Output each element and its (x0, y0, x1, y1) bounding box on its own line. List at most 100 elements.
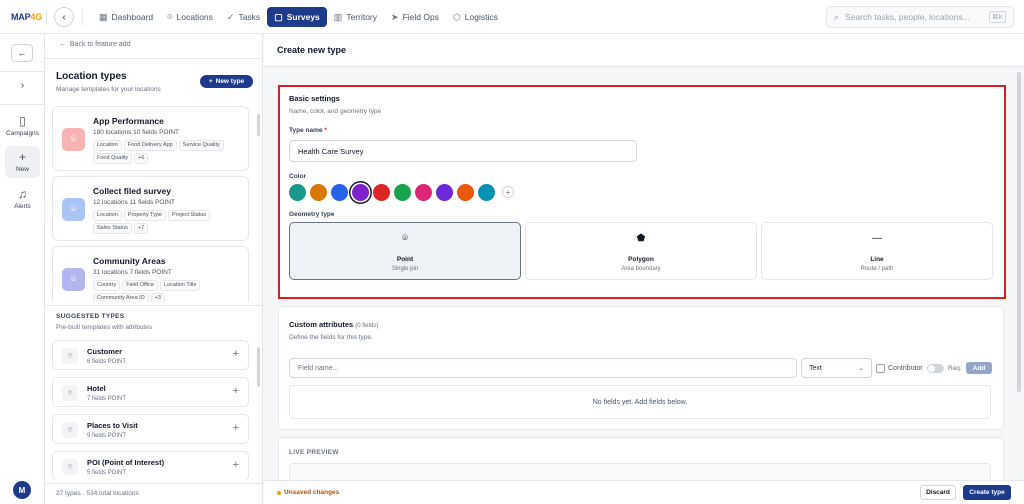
geometry-type-label: Geometry type (289, 211, 335, 218)
field-count: 11 fields (129, 199, 154, 206)
add-color-button[interactable]: + (502, 186, 514, 198)
custom-attributes-subtitle: Define the fields for this type. (289, 334, 373, 341)
field-type-select[interactable]: Text ⌄ (801, 358, 872, 378)
live-preview-title: LIVE PREVIEW (289, 449, 339, 456)
type-tags: Country Field Office Location Title Communi… (93, 280, 243, 302)
map-pin-icon: ⌾ (67, 462, 73, 471)
location-type-card[interactable]: ⌾ Collect filed survey 12 locations 11 fie… (52, 176, 249, 241)
chevron-down-icon: ⌄ (858, 365, 864, 372)
geometry-option-point[interactable]: ⌾ Point Single pin (289, 222, 521, 280)
divider (45, 305, 263, 306)
send-icon: ➤ (391, 11, 399, 22)
add-suggested-button[interactable]: + (233, 349, 239, 360)
suggested-scrollbar[interactable] (257, 347, 260, 387)
types-scrollbar[interactable] (257, 114, 260, 136)
nav-item-field-ops[interactable]: ➤ Field Ops (384, 7, 446, 27)
collapse-button[interactable]: ← (11, 44, 33, 62)
suggested-name: POI (Point of Interest) (87, 458, 165, 467)
nav-item-logistics[interactable]: ⬡ Logistics (446, 7, 505, 27)
type-tags: Location Food Delivery App Service Quality… (93, 140, 243, 164)
location-count: 31 locations (93, 269, 128, 276)
suggested-icon: ⌾ (62, 385, 78, 401)
required-toggle[interactable] (927, 364, 944, 373)
discard-button[interactable]: Discard (920, 485, 956, 500)
color-swatch[interactable] (394, 183, 411, 201)
color-swatch[interactable] (436, 183, 453, 201)
geometry-option-line[interactable]: — Line Route / path (761, 222, 993, 280)
add-suggested-button[interactable]: + (233, 423, 239, 434)
type-meta: 180 locations 10 fields POINT (93, 129, 179, 136)
polygon-icon: ⬟ (636, 233, 646, 244)
form-footer: Unsaved changes Discard Create type (264, 480, 1024, 504)
attribute-tag: Food Quality (93, 153, 133, 164)
basic-settings-title: Basic settings (289, 94, 340, 103)
attribute-tag: Community Area ID (93, 293, 149, 302)
color-swatch[interactable] (310, 183, 327, 201)
attribute-tag: +6 (134, 153, 149, 164)
geometry-badge: POINT (159, 129, 180, 136)
geometry-description: Route / path (860, 266, 894, 272)
global-search[interactable]: ⌕ Search tasks, people, locations... ⌘K (826, 6, 1014, 28)
back-to-feature-add-link[interactable]: ← Back to feature add (59, 41, 131, 48)
new-type-button[interactable]: + New type (200, 75, 253, 88)
required-marker: * (324, 127, 327, 134)
nav-item-territory[interactable]: ▥ Territory (327, 7, 384, 27)
rail-item-new[interactable]: + New (5, 146, 40, 178)
user-avatar[interactable]: M (13, 481, 31, 499)
add-suggested-button[interactable]: + (233, 460, 239, 471)
field-count: 7 fields (129, 269, 151, 276)
check-icon: ✓ (226, 11, 235, 22)
color-swatch[interactable] (478, 183, 495, 201)
color-swatch[interactable] (373, 183, 390, 201)
type-name: Collect filed survey (93, 186, 171, 196)
search-icon: ⌕ (834, 11, 840, 22)
attribute-tag: Field Office (122, 280, 158, 291)
nav-item-tasks[interactable]: ✓ Tasks (220, 7, 267, 27)
plus-icon: + (208, 78, 213, 85)
field-count: 10 fields (133, 129, 158, 136)
basic-settings-subtitle: Name, color, and geometry type (289, 108, 382, 115)
color-swatch[interactable] (415, 183, 432, 201)
field-name-input[interactable]: Field name... (289, 358, 797, 378)
suggested-type-card[interactable]: ⌾ Hotel 7 fields POINT + (52, 377, 249, 407)
nav-item-surveys[interactable]: ▢ Surveys (267, 7, 327, 27)
nav-item-dashboard[interactable]: ▦ Dashboard (92, 7, 160, 27)
main-scrollbar[interactable] (1017, 72, 1021, 392)
create-type-button[interactable]: Create type (963, 485, 1011, 500)
rail-item-campaigns[interactable]: ▯ Campaigns (0, 114, 45, 137)
nav-item-locations[interactable]: ⌾ Locations (160, 7, 220, 27)
plus-icon: + (232, 459, 239, 471)
app-logo[interactable]: MAP4G (11, 12, 42, 22)
divider (45, 58, 263, 59)
suggested-type-card[interactable]: ⌾ Customer 6 fields POINT + (52, 340, 249, 370)
expand-button[interactable]: › (0, 80, 45, 91)
location-type-card[interactable]: ⌾ Community Areas 31 locations 7 fields PO… (52, 246, 249, 302)
rail-item-alerts[interactable]: ♫ Alerts (0, 187, 45, 210)
color-swatch[interactable] (331, 183, 348, 201)
page-title: Create new type (277, 45, 347, 55)
contributor-checkbox[interactable]: Contributor (876, 364, 923, 373)
add-field-button[interactable]: Add (966, 362, 992, 374)
location-type-card[interactable]: ⌾ App Performance 180 locations 10 fields … (52, 106, 249, 171)
geometry-option-polygon[interactable]: ⬟ Polygon Area boundary (525, 222, 757, 280)
type-icon: ⌾ (62, 268, 85, 291)
color-swatch[interactable] (289, 183, 306, 201)
add-suggested-button[interactable]: + (233, 386, 239, 397)
panel-title: Location types (56, 71, 127, 82)
type-name: Community Areas (93, 256, 166, 266)
color-swatch[interactable] (352, 183, 369, 201)
type-name-input[interactable]: Health Care Survey (289, 140, 637, 162)
rail-label: Alerts (14, 203, 31, 210)
color-swatch[interactable] (457, 183, 474, 201)
geometry-name: Line (870, 256, 884, 263)
attributes-count: (0 fields) (355, 323, 379, 329)
map-pin-icon: ⌾ (70, 204, 77, 215)
required-label: Req. (948, 365, 962, 372)
type-meta: 12 locations 11 fields POINT (93, 199, 175, 206)
custom-attributes-title-text: Custom attributes (289, 320, 354, 329)
suggested-icon: ⌾ (62, 459, 78, 475)
back-button[interactable]: ‹ (54, 7, 74, 27)
main-header: Create new type (264, 34, 1024, 67)
suggested-type-card[interactable]: ⌾ Places to Visit 9 fields POINT + (52, 414, 249, 444)
suggested-type-card[interactable]: ⌾ POI (Point of Interest) 5 fields POINT + (52, 451, 249, 480)
